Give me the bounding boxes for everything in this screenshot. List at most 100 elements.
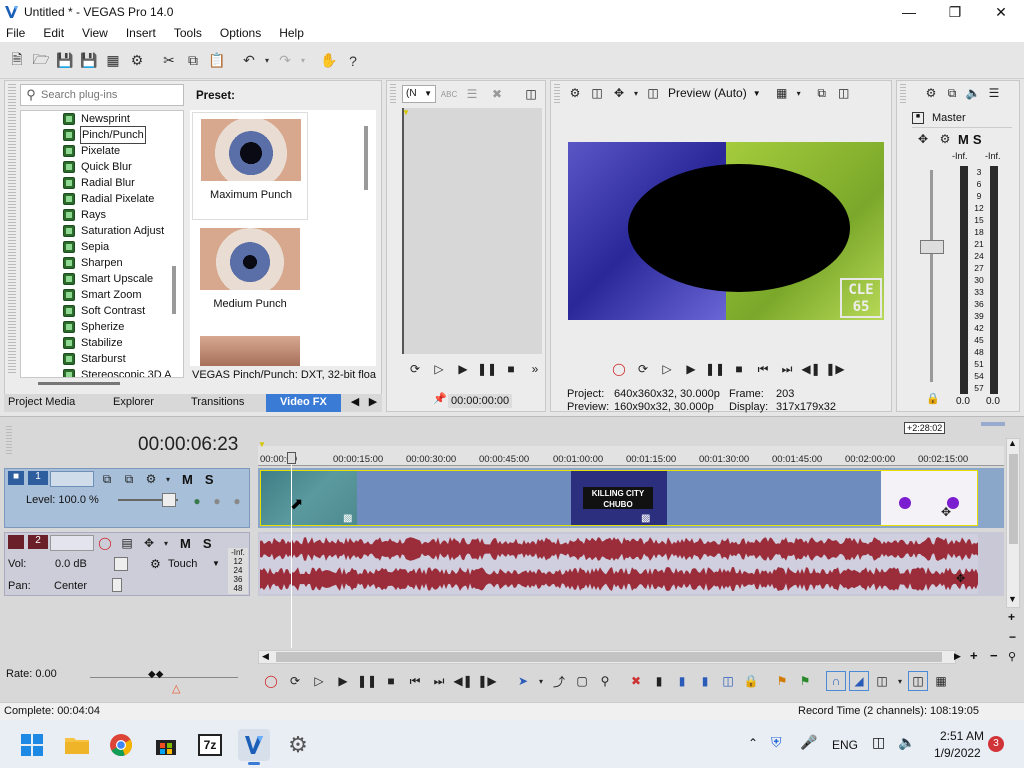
play-icon[interactable]: ▶	[682, 360, 700, 378]
fx-icon[interactable]: ⚙	[936, 130, 954, 148]
scroll-left-icon[interactable]: ◀	[262, 651, 269, 662]
track-fx-icon[interactable]: ⚙	[142, 470, 160, 488]
clear-icon[interactable]: ☰	[463, 85, 481, 103]
pause-icon[interactable]: ❚❚	[357, 672, 377, 690]
gear-dropdown-icon[interactable]: ▾	[164, 470, 172, 488]
stop-icon[interactable]: ■	[730, 360, 748, 378]
speaker-icon[interactable]: 🔈	[964, 84, 982, 102]
redo-dropdown-icon[interactable]: ▾	[298, 50, 308, 72]
undo-icon[interactable]: ↶	[238, 50, 260, 72]
list-item[interactable]: Smart Zoom	[63, 287, 183, 303]
delete-icon[interactable]: ✖	[488, 85, 506, 103]
preset-maximum-punch[interactable]: Maximum Punch	[192, 112, 308, 220]
grid-icon[interactable]: ▦	[773, 84, 791, 102]
store-icon[interactable]	[150, 729, 182, 761]
pause-icon[interactable]: ❚❚	[477, 360, 497, 378]
list-item[interactable]: Stereoscopic 3D A	[63, 367, 183, 377]
menu-tools[interactable]: Tools	[172, 26, 204, 40]
menu-help[interactable]: Help	[277, 26, 306, 40]
fx-icon[interactable]: ⧉	[943, 84, 961, 102]
start-icon[interactable]	[16, 729, 48, 761]
clock-time[interactable]: 2:51 AM	[940, 729, 984, 743]
list-item[interactable]: Rays	[63, 207, 183, 223]
go-to-start-icon[interactable]: ⏮	[754, 360, 772, 378]
list-item[interactable]: Starburst	[63, 351, 183, 367]
track-name-field[interactable]	[50, 471, 94, 487]
close-button[interactable]: ✕	[978, 0, 1024, 24]
play-from-start-icon[interactable]: ▷	[658, 360, 676, 378]
gear-icon[interactable]: ⚙	[566, 84, 584, 102]
zoom-tool-icon[interactable]: ⚲	[1008, 650, 1016, 663]
tab-transitions[interactable]: Transitions	[191, 394, 244, 410]
language-indicator[interactable]: ENG	[832, 738, 858, 752]
play-icon[interactable]: ▶	[334, 672, 352, 690]
save-icon[interactable]: 💾	[54, 50, 76, 72]
track-name-field[interactable]	[50, 535, 94, 551]
marker-icon[interactable]: ⚑	[773, 672, 791, 690]
chevron-down-icon[interactable]: ▼	[753, 89, 761, 98]
tab-project-media[interactable]: Project Media	[8, 394, 75, 410]
split-icon[interactable]: ◫	[719, 672, 737, 690]
level-slider-handle[interactable]	[162, 493, 176, 507]
playhead-line[interactable]	[291, 452, 292, 648]
lock-envelopes-icon[interactable]: ◫	[908, 671, 928, 691]
prev-frame-icon[interactable]: ◀❚	[453, 672, 472, 690]
plugin-search-box[interactable]: ⚲	[20, 84, 184, 106]
scroll-up-icon[interactable]: ▲	[1008, 438, 1017, 448]
zoom-in-icon[interactable]: +	[1008, 610, 1015, 624]
list-item[interactable]: Pinch/Punch	[63, 126, 183, 144]
preset-medium-punch[interactable]: Medium Punch	[192, 224, 308, 330]
ripple-dropdown-icon[interactable]: ▾	[896, 672, 904, 690]
stop-icon[interactable]: ■	[502, 360, 520, 378]
plugin-hscrollbar[interactable]	[38, 382, 120, 385]
preview-quality-icon[interactable]: ◫	[644, 84, 662, 102]
mute-button[interactable]: M	[958, 132, 969, 147]
plugin-search-input[interactable]	[41, 89, 179, 101]
microphone-icon[interactable]: 🎤	[800, 734, 817, 751]
help-icon[interactable]: ?	[342, 50, 364, 72]
child-icon[interactable]: ●	[228, 492, 246, 510]
mute-button[interactable]: M	[180, 536, 191, 551]
parent-icon[interactable]: ●	[208, 492, 226, 510]
menu-view[interactable]: View	[80, 26, 110, 40]
blend-mode-icon[interactable]: ●	[188, 492, 206, 510]
normal-edit-tool-icon[interactable]: ➤	[514, 672, 532, 690]
stop-icon[interactable]: ■	[382, 672, 400, 690]
menu-options[interactable]: Options	[218, 26, 263, 40]
maximize-button[interactable]: ❐	[932, 0, 978, 24]
loop-icon[interactable]: ⟳	[406, 360, 424, 378]
list-item[interactable]: Pixelate	[63, 143, 183, 159]
delete-icon[interactable]: ✖	[627, 672, 645, 690]
properties-icon[interactable]: ⚙	[126, 50, 148, 72]
menu-insert[interactable]: Insert	[124, 26, 158, 40]
split-screen-dropdown-icon[interactable]: ▾	[632, 84, 640, 102]
gear-icon[interactable]: ⚙	[922, 84, 940, 102]
zoom-out-h-icon[interactable]: −	[990, 648, 998, 663]
mixer-icon[interactable]: ☰	[985, 84, 1003, 102]
undo-dropdown-icon[interactable]: ▾	[262, 50, 272, 72]
chevron-down-icon[interactable]: ▼	[212, 559, 220, 568]
event-pan-crop-icon[interactable]: ▩	[343, 513, 352, 524]
next-frame-icon[interactable]: ❚▶	[825, 360, 844, 378]
copy-snapshot-icon[interactable]: ⧉	[813, 84, 831, 102]
more-icon[interactable]: »	[526, 360, 544, 378]
preset-third[interactable]	[200, 336, 300, 366]
loop-icon[interactable]: ⟳	[634, 360, 652, 378]
automation-icon[interactable]: ✥	[914, 130, 932, 148]
play-icon[interactable]: ▶	[454, 360, 472, 378]
arm-record-icon[interactable]: ◯	[96, 534, 114, 552]
new-icon[interactable]: 🗎	[6, 50, 28, 72]
list-item[interactable]: Spherize	[63, 319, 183, 335]
trim-end-icon[interactable]: ▮	[696, 672, 714, 690]
menu-edit[interactable]: Edit	[41, 26, 66, 40]
playhead-handle[interactable]	[287, 452, 296, 464]
scroll-down-icon[interactable]: ▼	[1008, 594, 1017, 604]
list-item[interactable]: Soft Contrast	[63, 303, 183, 319]
cut-icon[interactable]: ✂	[158, 50, 180, 72]
file-explorer-icon[interactable]	[61, 729, 93, 761]
preset-scrollbar[interactable]	[364, 126, 368, 190]
menu-file[interactable]: File	[4, 26, 27, 40]
edit-tool-dropdown-icon[interactable]: ▾	[537, 672, 545, 690]
show-hidden-icons[interactable]: ⌃	[748, 736, 758, 750]
tab-video-fx[interactable]: Video FX	[266, 394, 341, 412]
